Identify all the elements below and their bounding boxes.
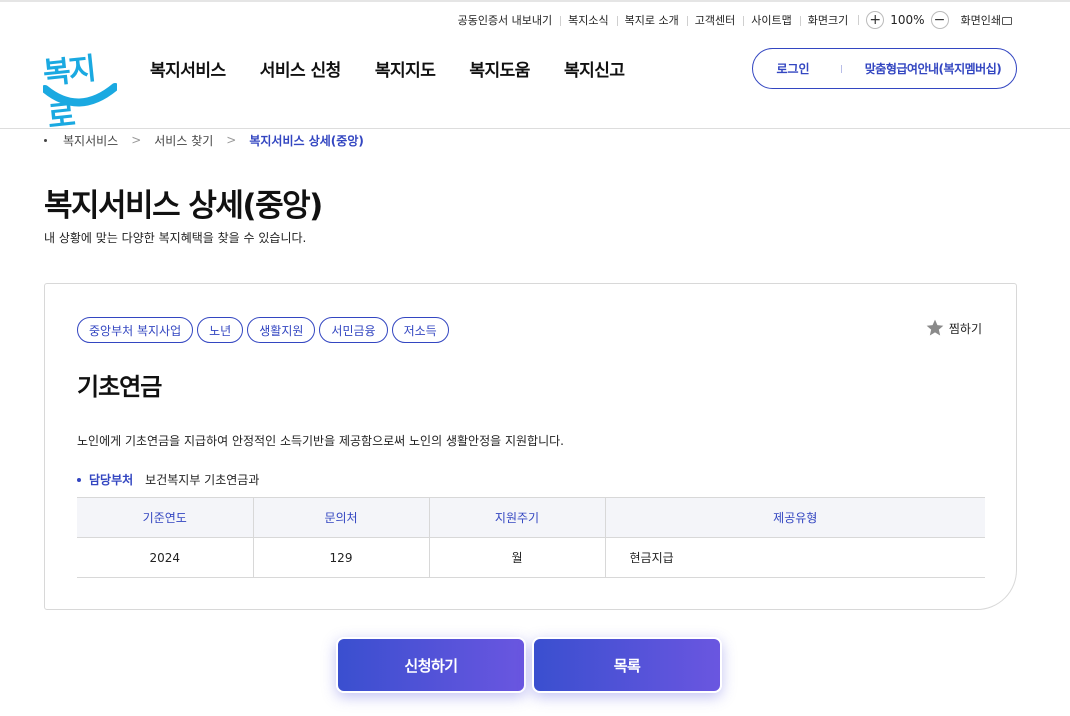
nav-welfare-map[interactable]: 복지지도: [375, 56, 436, 81]
tag[interactable]: 노년: [197, 317, 244, 343]
print-label: 화면인쇄: [960, 14, 1001, 27]
tag-list: 중앙부처 복지사업 노년 생활지원 서민금융 저소득: [77, 317, 449, 343]
home-dot-icon[interactable]: [44, 138, 47, 142]
table-cell: 월: [428, 537, 605, 578]
breadcrumb-item[interactable]: 서비스 찾기: [154, 132, 213, 149]
about-link[interactable]: 복지로 소개: [616, 12, 687, 28]
tag[interactable]: 생활지원: [247, 317, 316, 343]
star-icon: [926, 319, 944, 336]
logo-smile-icon: [43, 83, 117, 107]
welfare-news-link[interactable]: 복지소식: [560, 12, 616, 28]
chevron-right-icon: >: [226, 133, 237, 147]
tag[interactable]: 저소득: [391, 317, 449, 343]
column-header: 문의처: [252, 497, 429, 538]
custom-benefit-link[interactable]: 맞춤형급여안내(복지멤버십): [850, 60, 1016, 77]
service-card: 중앙부처 복지사업 노년 생활지원 서민금융 저소득 찜하기 기초연금 노인에게…: [44, 283, 1017, 610]
main-navigation: 복지서비스 서비스 신청 복지지도 복지도움 복지신고: [150, 56, 625, 81]
tag[interactable]: 중앙부처 복지사업: [77, 317, 194, 343]
utility-bar: 공동인증서 내보내기 복지소식 복지로 소개 고객센터 사이트맵 화면크기 + …: [450, 10, 1012, 30]
service-info-table: 기준연도 문의처 지원주기 제공유형 2024 129 월 현금지급: [77, 497, 985, 578]
nav-service-apply[interactable]: 서비스 신청: [260, 56, 342, 81]
cert-export-link[interactable]: 공동인증서 내보내기: [450, 12, 561, 28]
nav-welfare-service[interactable]: 복지서비스: [150, 56, 226, 81]
page-title: 복지서비스 상세(중앙): [44, 188, 323, 224]
department-label: 담당부처: [89, 473, 134, 487]
table-cell: 현금지급: [604, 537, 985, 578]
table-row: 2024 129 월 현금지급: [77, 537, 985, 578]
page-subtitle: 내 상황에 맞는 다양한 복지혜택을 찾을 수 있습니다.: [44, 231, 307, 245]
table-header-row: 기준연도 문의처 지원주기 제공유형: [77, 497, 985, 538]
service-name: 기초연금: [77, 373, 162, 401]
customer-center-link[interactable]: 고객센터: [686, 12, 743, 28]
zoom-control: + 100% −: [858, 11, 949, 29]
column-header: 지원주기: [428, 497, 605, 538]
breadcrumb-item[interactable]: 복지서비스: [63, 132, 118, 149]
divider: [841, 64, 842, 73]
sitemap-link[interactable]: 사이트맵: [743, 12, 799, 28]
site-logo[interactable]: 복지로: [41, 45, 117, 136]
favorite-button[interactable]: 찜하기: [925, 318, 982, 338]
list-button[interactable]: 목록: [532, 637, 722, 693]
auth-box: 로그인 맞춤형급여안내(복지멤버십): [752, 48, 1017, 89]
zoom-out-button[interactable]: −: [930, 11, 949, 29]
print-button[interactable]: 화면인쇄: [949, 12, 1012, 28]
tag[interactable]: 서민금융: [319, 317, 388, 343]
table-cell: 129: [252, 537, 429, 578]
zoom-in-button[interactable]: +: [866, 11, 885, 29]
breadcrumb-current: 복지서비스 상세(중앙): [249, 133, 364, 148]
department-value: 보건복지부 기초연금과: [145, 473, 260, 487]
nav-welfare-help[interactable]: 복지도움: [469, 56, 530, 81]
table-cell: 2024: [77, 537, 253, 578]
nav-welfare-report[interactable]: 복지신고: [564, 56, 625, 81]
header-divider: [0, 128, 1070, 129]
zoom-value: 100%: [890, 13, 925, 27]
login-link[interactable]: 로그인: [753, 60, 833, 77]
apply-button[interactable]: 신청하기: [336, 637, 526, 693]
top-border: [0, 0, 1070, 2]
printer-icon: [1002, 17, 1012, 25]
column-header: 제공유형: [604, 497, 985, 538]
chevron-right-icon: >: [131, 133, 142, 147]
bullet-icon: [77, 477, 81, 482]
favorite-label: 찜하기: [948, 321, 982, 336]
service-description: 노인에게 기초연금을 지급하여 안정적인 소득기반을 제공함으로써 노인의 생활…: [77, 434, 564, 448]
breadcrumb: 복지서비스 > 서비스 찾기 > 복지서비스 상세(중앙): [44, 132, 364, 148]
screen-size-label: 화면크기: [799, 12, 856, 28]
department-row: 담당부처 보건복지부 기초연금과: [77, 471, 259, 488]
column-header: 기준연도: [77, 497, 253, 538]
